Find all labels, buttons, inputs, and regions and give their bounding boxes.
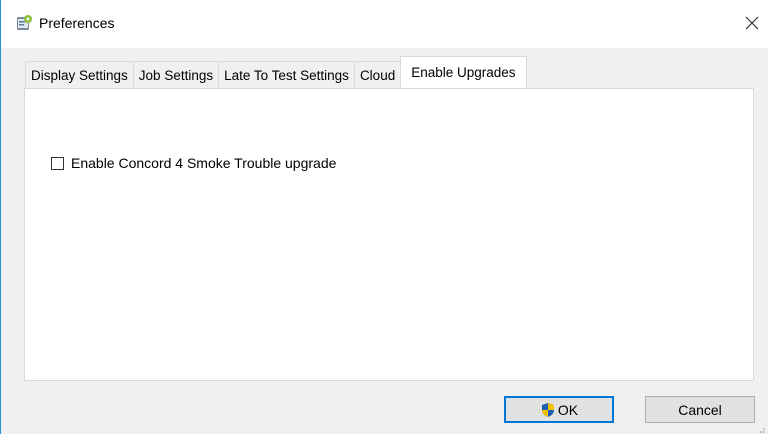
preferences-window: Preferences Display Settings Job Setting… (0, 0, 768, 434)
tab-cloud[interactable]: Cloud (353, 61, 402, 88)
tab-display-settings[interactable]: Display Settings (25, 61, 134, 88)
cancel-button[interactable]: Cancel (645, 396, 755, 423)
ok-button[interactable]: OK (504, 396, 614, 423)
uac-shield-icon (540, 402, 556, 418)
smoke-trouble-upgrade-checkbox[interactable] (51, 156, 64, 170)
smoke-trouble-upgrade-option[interactable]: Enable Concord 4 Smoke Trouble upgrade (51, 155, 336, 171)
tab-late-to-test-settings[interactable]: Late To Test Settings (218, 61, 355, 88)
resize-grip[interactable] (756, 422, 766, 433)
ok-label: OK (557, 401, 579, 418)
tab-panel-enable-upgrades: Enable Concord 4 Smoke Trouble upgrade (24, 88, 754, 381)
tab-job-settings[interactable]: Job Settings (132, 61, 220, 88)
tab-strip: Display Settings Job Settings Late To Te… (25, 56, 527, 88)
preferences-app-icon (15, 14, 33, 32)
tab-enable-upgrades[interactable]: Enable Upgrades (400, 56, 527, 88)
close-button[interactable] (736, 8, 768, 40)
title-bar: Preferences (1, 0, 768, 48)
window-title: Preferences (39, 15, 115, 31)
cancel-label: Cancel (678, 401, 722, 418)
close-icon (745, 16, 759, 33)
checkbox-label: Enable Concord 4 Smoke Trouble upgrade (71, 155, 337, 171)
